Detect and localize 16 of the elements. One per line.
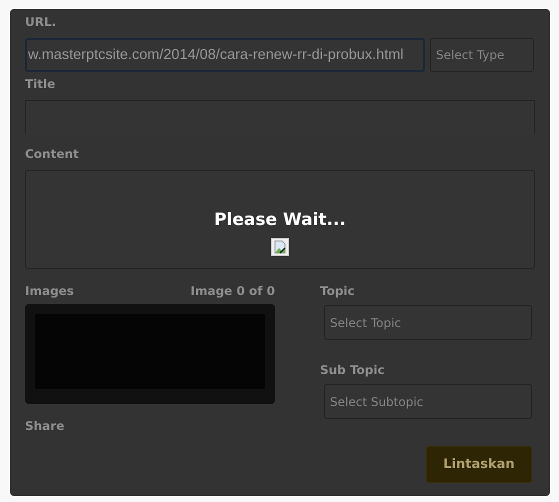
image-counter: Image 0 of 0 xyxy=(190,284,275,298)
topic-select[interactable]: Select Topic xyxy=(324,305,532,340)
title-label: Title xyxy=(25,77,56,91)
url-field[interactable]: w.masterptcsite.com/2014/08/cara-renew-rr-di-probux.html xyxy=(25,38,425,72)
submit-button[interactable]: Lintaskan xyxy=(426,446,532,483)
loading-message: Please Wait... xyxy=(214,210,346,230)
url-label: URL. xyxy=(25,15,58,29)
content-field[interactable] xyxy=(25,170,535,269)
subtopic-label: Sub Topic xyxy=(320,363,386,377)
broken-image-icon xyxy=(271,238,289,256)
content-label: Content xyxy=(25,147,80,161)
topic-label: Topic xyxy=(320,284,356,298)
share-label: Share xyxy=(25,419,66,433)
images-label: Images xyxy=(25,284,74,298)
type-select[interactable]: Select Type xyxy=(430,38,534,72)
subtopic-select[interactable]: Select Subtopic xyxy=(324,384,532,419)
